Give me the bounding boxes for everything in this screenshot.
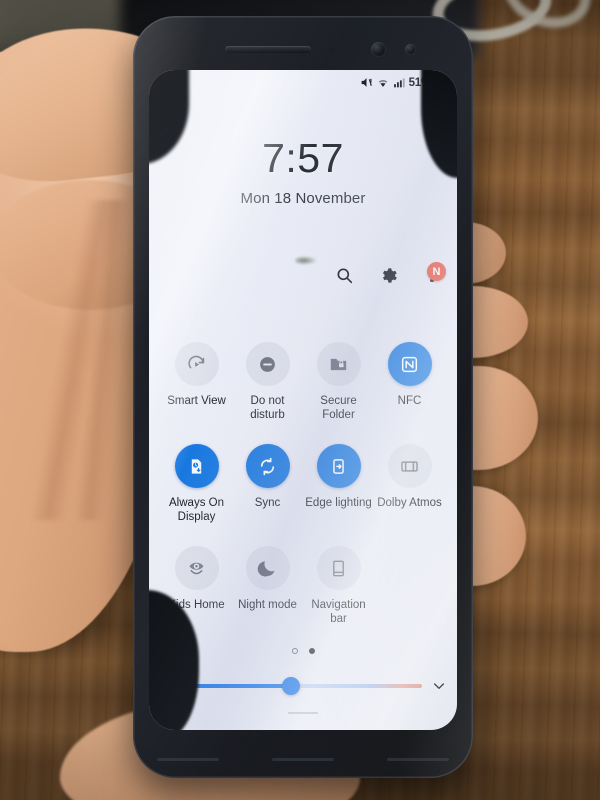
toggle-do-not-disturb[interactable]: Do not disturb	[232, 342, 303, 422]
toggle-secure-folder[interactable]: Secure Folder	[303, 342, 374, 422]
phone-screen: 51% 7:57 Mon 18 November N Smart View Do…	[149, 70, 457, 730]
lockscreen-clock-block: 7:57 Mon 18 November	[149, 135, 457, 208]
dolby-atmos-icon	[401, 460, 418, 472]
toggle-label: Dolby Atmos	[377, 497, 442, 510]
earpiece-speaker	[225, 46, 311, 53]
photo-scene: 51% 7:57 Mon 18 November N Smart View Do…	[0, 0, 600, 800]
toggle-nfc[interactable]: NFC	[374, 342, 445, 422]
settings-button[interactable]	[377, 264, 399, 286]
toggle-button[interactable]	[316, 342, 361, 386]
gear-icon	[382, 267, 397, 283]
brightness-fill	[184, 684, 292, 688]
toggle-label: Always On Display	[169, 497, 224, 524]
toggle-button[interactable]	[387, 444, 432, 489]
brightness-knob[interactable]	[282, 677, 301, 695]
mute-icon	[361, 78, 372, 87]
signal-bars-icon	[393, 78, 405, 88]
toggle-label: Navigation bar	[311, 599, 366, 626]
bottom-bezel-marks	[157, 754, 449, 764]
toggle-button[interactable]	[245, 546, 290, 591]
toggle-button[interactable]	[245, 342, 290, 386]
night-mode-icon	[257, 560, 275, 577]
toggle-label: Sync	[254, 497, 281, 510]
home-indicator	[288, 712, 318, 714]
toggle-button[interactable]	[174, 342, 219, 386]
toggle-night-mode[interactable]: Night mode	[232, 546, 303, 626]
always-on-display-icon	[191, 458, 202, 474]
do-not-disturb-icon	[260, 356, 275, 372]
sync-icon	[260, 457, 275, 475]
toggle-edge-lighting[interactable]: Edge lighting	[303, 444, 374, 524]
search-button[interactable]	[333, 264, 355, 286]
toggle-sync[interactable]: Sync	[232, 444, 303, 524]
toggle-label: Do not disturb	[250, 395, 285, 422]
proximity-sensor	[329, 48, 336, 53]
more-options-button[interactable]: N	[421, 262, 446, 286]
nfc-icon	[401, 356, 418, 372]
toggle-label: Smart View	[167, 395, 226, 407]
toggle-label: NFC	[397, 395, 422, 407]
clock-date: Mon 18 November	[240, 190, 366, 207]
toggle-smart-view[interactable]: Smart View	[161, 342, 232, 422]
page-dot[interactable]	[291, 648, 298, 654]
toggle-always-on-display[interactable]: Always On Display	[161, 444, 232, 524]
screen-smudge	[295, 256, 317, 265]
toggle-button[interactable]	[387, 342, 432, 386]
toggle-label: Night mode	[238, 599, 297, 612]
toggle-button[interactable]	[316, 546, 361, 591]
page-dot-active[interactable]	[308, 648, 315, 654]
toggle-button[interactable]	[174, 444, 219, 489]
smart-view-icon	[188, 355, 205, 368]
toggle-label: Edge lighting	[305, 497, 372, 510]
secure-folder-icon	[330, 358, 347, 370]
toggle-button[interactable]	[245, 444, 290, 489]
smartphone-device: 51% 7:57 Mon 18 November N Smart View Do…	[133, 16, 473, 778]
front-camera	[371, 42, 386, 57]
brightness-slider-row[interactable]	[159, 677, 447, 695]
toggle-dolby-atmos[interactable]: Dolby Atmos	[374, 444, 445, 524]
edge-lighting-icon	[333, 458, 344, 474]
iris-scanner	[405, 44, 416, 55]
navigation-bar-icon	[333, 560, 344, 576]
clock-time: 7:57	[262, 135, 344, 181]
status-badge: N	[427, 262, 446, 281]
quick-panel-actions: N	[333, 262, 446, 286]
toggle-label: Secure Folder	[320, 395, 357, 422]
toggle-button[interactable]	[316, 444, 361, 489]
kids-home-icon	[189, 562, 204, 574]
chevron-down-icon[interactable]	[431, 678, 447, 694]
brightness-track[interactable]	[184, 677, 422, 695]
toggle-button[interactable]	[174, 546, 219, 591]
wifi-icon	[378, 80, 387, 87]
search-icon	[336, 267, 352, 283]
quick-settings-grid: Smart View Do not disturb Secure Folder …	[161, 342, 445, 626]
toggle-navigation-bar[interactable]: Navigation bar	[303, 546, 374, 626]
